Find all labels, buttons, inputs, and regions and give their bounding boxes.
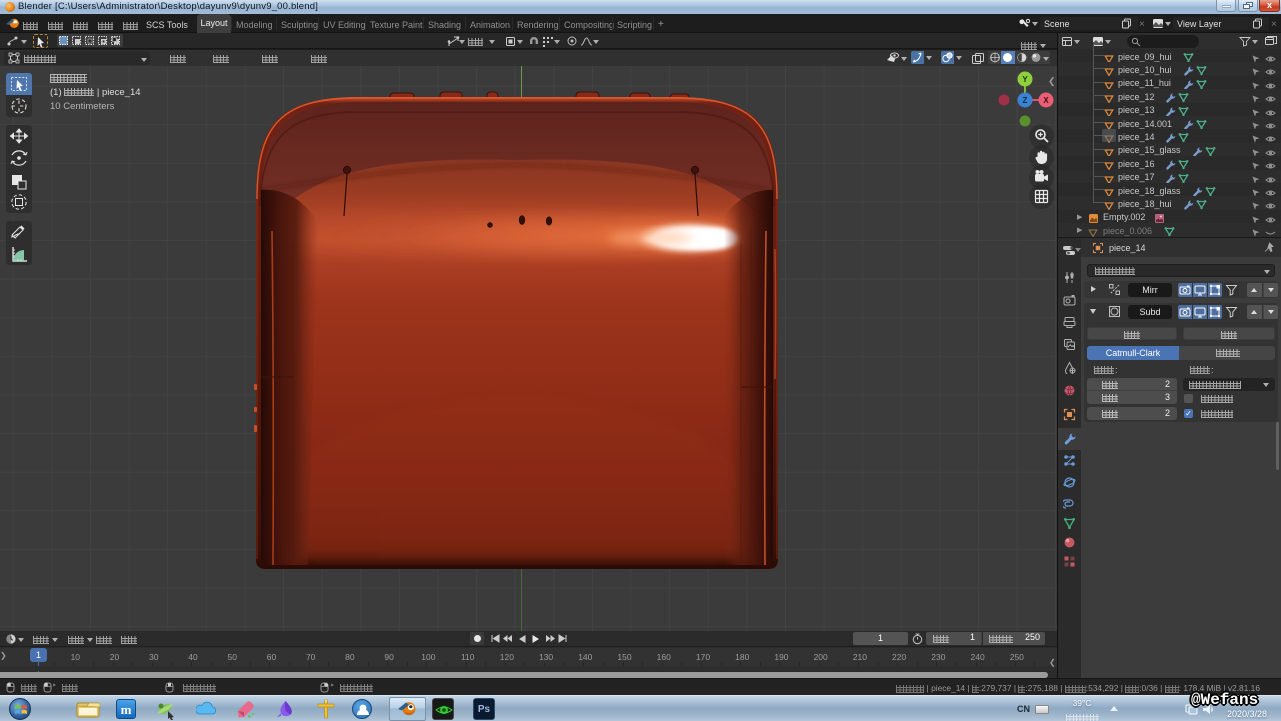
svg-text:Z: Z xyxy=(1023,96,1028,105)
svg-text:Y: Y xyxy=(1022,75,1028,84)
svg-text:X: X xyxy=(1043,96,1049,105)
